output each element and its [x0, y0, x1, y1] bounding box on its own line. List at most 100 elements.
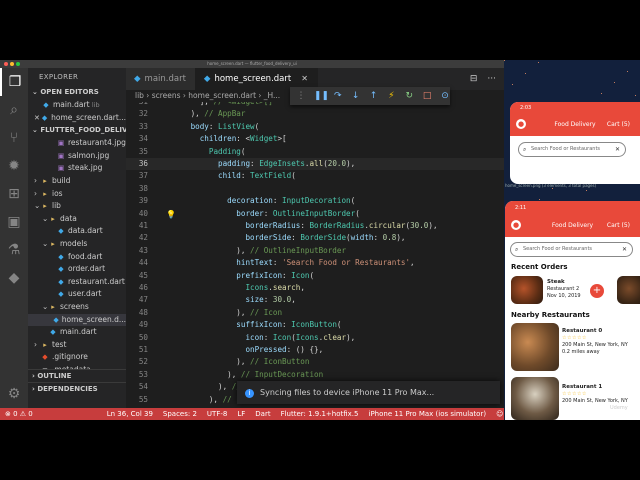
tree-folder[interactable]: › ▸ build: [28, 175, 126, 188]
restaurant-image: [511, 323, 559, 371]
debug-icon[interactable]: ✹: [0, 152, 28, 180]
clear-icon[interactable]: ✕: [622, 243, 627, 256]
code-line[interactable]: 49 suffixIcon: IconButton(: [126, 319, 504, 331]
clear-icon[interactable]: ✕: [615, 143, 620, 156]
stop-icon[interactable]: □: [422, 91, 432, 101]
tree-file[interactable]: ▣ salmon.jpg: [28, 150, 126, 163]
device-selector[interactable]: iPhone 11 Pro Max (ios simulator): [364, 408, 492, 420]
remote-explorer-icon[interactable]: ▣: [0, 208, 28, 236]
tree-file[interactable]: ▣ restaurant4.jpg: [28, 137, 126, 150]
code-line[interactable]: 35 Padding(: [126, 146, 504, 158]
search-field[interactable]: ⌕ Search Food or Restaurants ✕: [510, 242, 633, 257]
open-editors-section[interactable]: ⌄ OPEN EDITORS: [28, 86, 126, 99]
code-line[interactable]: 38: [126, 183, 504, 195]
cart-button[interactable]: Cart (5): [607, 222, 630, 229]
cart-button[interactable]: Cart (5): [607, 121, 630, 128]
code-line[interactable]: 42 borderSide: BorderSide(width: 0.8),: [126, 232, 504, 244]
close-window-button[interactable]: [4, 62, 8, 66]
problems-indicator[interactable]: ⊗ 0 ⚠ 0: [0, 408, 38, 420]
open-editor-main-dart[interactable]: ◆ main.dart lib: [28, 99, 126, 112]
code-line[interactable]: 33 body: ListView(: [126, 121, 504, 133]
nearby-restaurants-heading: Nearby Restaurants: [511, 311, 590, 319]
split-editor-icon[interactable]: ⊟: [470, 74, 478, 84]
order-date: Nov 10, 2019: [547, 293, 581, 299]
code-line[interactable]: 37 child: TextField(: [126, 170, 504, 182]
explorer-icon[interactable]: ❐: [0, 68, 28, 96]
gear-icon[interactable]: ⚙: [0, 380, 28, 408]
minimize-window-button[interactable]: [10, 62, 14, 66]
tree-folder[interactable]: › ▸ test: [28, 339, 126, 352]
code-line[interactable]: 34 children: <Widget>[: [126, 133, 504, 145]
restaurant-name: Restaurant 1: [562, 384, 603, 390]
code-line[interactable]: 39 decoration: InputDecoration(: [126, 195, 504, 207]
code-editor[interactable]: 31 ], // <Widget>[]32 ), // AppBar33 bod…: [126, 102, 504, 408]
restart-icon[interactable]: ↻: [404, 91, 414, 101]
code-line[interactable]: 44 hintText: 'Search Food or Restaurants…: [126, 257, 504, 269]
project-section[interactable]: ⌄ FLUTTER_FOOD_DELIVERY_UI: [28, 124, 126, 137]
star-decoration: [627, 71, 628, 72]
code-line[interactable]: 53 ), // InputDecoration: [126, 369, 504, 381]
inspect-widget-icon[interactable]: ⊙: [440, 91, 450, 101]
code-line[interactable]: 51 onPressed: () {},: [126, 344, 504, 356]
code-line[interactable]: 45 prefixIcon: Icon(: [126, 270, 504, 282]
code-line[interactable]: 52 ), // IconButton: [126, 356, 504, 368]
close-icon[interactable]: ✕: [34, 112, 41, 125]
lightbulb-icon[interactable]: 💡: [166, 210, 176, 219]
step-into-icon[interactable]: ↓: [351, 91, 361, 101]
drag-handle-icon[interactable]: ⋮: [296, 91, 306, 101]
tree-file[interactable]: ◆ data.dart: [28, 225, 126, 238]
flutter-icon[interactable]: ◆: [0, 264, 28, 292]
code-line[interactable]: 47 size: 30.0,: [126, 294, 504, 306]
code-line[interactable]: 36 padding: EdgeInsets.all(20.0),: [126, 158, 504, 171]
open-editor-home-screen[interactable]: ✕ ◆ home_screen.dart...: [28, 112, 126, 125]
pause-icon[interactable]: ❚❚: [314, 91, 329, 101]
line-number: 35: [138, 146, 148, 156]
tree-file[interactable]: ◆ main.dart: [28, 326, 126, 339]
indentation[interactable]: Spaces: 2: [158, 408, 202, 420]
code-line[interactable]: 43 ), // OutlineInputBorder: [126, 245, 504, 257]
end-of-line[interactable]: LF: [232, 408, 250, 420]
tree-folder[interactable]: ⌄ ▸ models: [28, 238, 126, 251]
tab-main-dart[interactable]: ◆ main.dart: [126, 68, 196, 90]
tree-file[interactable]: ▣ steak.jpg: [28, 162, 126, 175]
source-control-icon[interactable]: ⑂: [0, 124, 28, 152]
search-icon[interactable]: ⌕: [0, 96, 28, 124]
code-line[interactable]: 46 Icons.search,: [126, 282, 504, 294]
outline-section[interactable]: › OUTLINE: [28, 369, 126, 382]
code-line[interactable]: 32 ), // AppBar: [126, 108, 504, 120]
tree-folder[interactable]: ⌄ ▸ lib: [28, 200, 126, 213]
tree-file[interactable]: ◆ home_screen.d...: [28, 313, 126, 327]
line-number: 32: [138, 109, 148, 119]
tree-file[interactable]: ◆ food.dart: [28, 251, 126, 264]
encoding[interactable]: UTF-8: [202, 408, 232, 420]
more-actions-icon[interactable]: ···: [487, 74, 496, 84]
test-flask-icon[interactable]: ⚗: [0, 236, 28, 264]
flutter-version[interactable]: Flutter: 1.9.1+hotfix.5: [276, 408, 364, 420]
language-mode[interactable]: Dart: [250, 408, 275, 420]
cursor-position[interactable]: Ln 36, Col 39: [102, 408, 158, 420]
search-field[interactable]: ⌕ Search Food or Restaurants ✕: [518, 142, 626, 157]
tree-folder[interactable]: › ▸ ios: [28, 188, 126, 201]
extensions-icon[interactable]: ⊞: [0, 180, 28, 208]
code-text: ), // AppBar: [154, 109, 246, 119]
hot-reload-icon[interactable]: ⚡: [387, 91, 397, 101]
tree-file[interactable]: ◆ .gitignore: [28, 351, 126, 364]
maximize-window-button[interactable]: [16, 62, 20, 66]
tree-file[interactable]: ◆ user.dart: [28, 288, 126, 301]
tree-folder[interactable]: ⌄ ▸ screens: [28, 301, 126, 314]
code-line[interactable]: 50 icon: Icon(Icons.clear),: [126, 332, 504, 344]
tree-file[interactable]: ◆ restaurant.dart: [28, 276, 126, 289]
tree-file[interactable]: ◆ order.dart: [28, 263, 126, 276]
dependencies-section[interactable]: › DEPENDENCIES: [28, 382, 126, 395]
folder-icon: ▸: [43, 340, 47, 349]
step-out-icon[interactable]: ↑: [369, 91, 379, 101]
git-file-icon: ◆: [42, 353, 48, 362]
step-over-icon[interactable]: ↷: [333, 91, 343, 101]
tree-item-label: user.dart: [68, 289, 102, 299]
code-line[interactable]: 41 borderRadius: BorderRadius.circular(3…: [126, 220, 504, 232]
star-decoration: [635, 95, 636, 96]
code-line[interactable]: 40 border: OutlineInputBorder(: [126, 208, 504, 220]
tree-folder[interactable]: ⌄ ▸ data: [28, 213, 126, 226]
code-line[interactable]: 48 ), // Icon: [126, 307, 504, 319]
add-order-button[interactable]: +: [590, 284, 604, 298]
